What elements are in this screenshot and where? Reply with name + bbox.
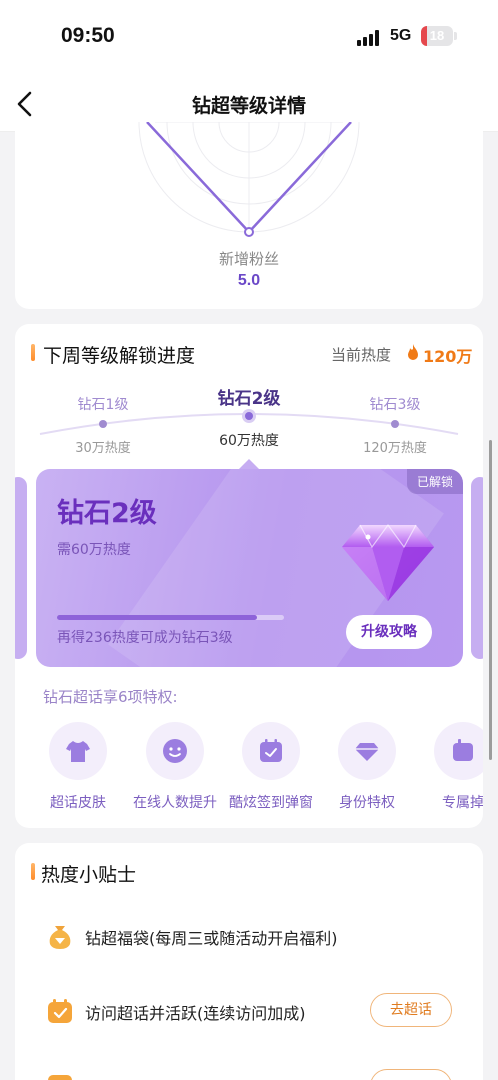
lucky-bag-icon (49, 926, 71, 949)
level-card-title: 钻石2级 (57, 498, 157, 529)
network-type: 5G (390, 27, 412, 44)
section-title: 下周等级解锁进度 (43, 345, 196, 367)
perks-title: 钻石超话享6项特权: (43, 688, 178, 706)
tip-item-visit: 访问超话并活跃(连续访问加成) (45, 996, 365, 1028)
next-level-card[interactable] (471, 477, 483, 659)
radar-axis-label: 新增粉丝 (218, 250, 279, 268)
upgrade-guide-button[interactable]: 升级攻略 (346, 615, 432, 649)
badge-icon (453, 739, 473, 761)
tip-item-task (45, 1071, 365, 1080)
task-action-button[interactable] (370, 1069, 452, 1080)
page-title: 钻超等级详情 (191, 95, 306, 117)
current-heat-label: 当前热度 (331, 346, 392, 364)
calendar-check-icon (260, 739, 282, 762)
tshirt-icon (66, 741, 90, 762)
fire-icon (408, 344, 418, 360)
level-progress-bar (57, 615, 284, 620)
tip-text: 钻超福袋(每周三或随活动开启福利) (85, 929, 338, 948)
task-icon (48, 1075, 72, 1080)
level-card-requirement: 需60万热度 (57, 542, 131, 558)
perk-label: 酷炫签到弹窗 (229, 795, 313, 811)
level-1-heat: 30万热度 (75, 441, 131, 456)
battery-tip (454, 32, 457, 40)
radar-chart (138, 122, 360, 237)
tip-text: 访问超话并活跃(连续访问加成) (85, 1004, 306, 1023)
perk-label: 专属掉 (442, 795, 483, 811)
section-title: 热度小贴士 (41, 864, 137, 886)
perk-label: 超话皮肤 (50, 795, 106, 811)
prev-level-card[interactable] (15, 477, 27, 659)
perk-item-online[interactable]: 在线人数提升 (125, 722, 225, 812)
section-accent-bar (31, 344, 35, 361)
calendar-check-icon (48, 999, 72, 1023)
radar-axis-value: 5.0 (237, 272, 261, 289)
scrollbar[interactable] (489, 440, 492, 760)
perk-label: 在线人数提升 (133, 795, 217, 811)
level-2-heat: 60万热度 (219, 433, 279, 449)
perk-item-checkin[interactable]: 酷炫签到弹窗 (221, 722, 321, 812)
current-heat-value: 120万 (423, 347, 473, 366)
section-accent-bar (31, 863, 35, 880)
level-progress-tip: 再得236热度可成为钻石3级 (57, 630, 233, 646)
battery-level: 18 (429, 28, 445, 43)
level-unlock-card: 下周等级解锁进度 当前热度 120万 钻石1级 钻石2级 钻石3级 30万热度 … (15, 324, 483, 828)
radar-card: 新增粉丝 5.0 (15, 122, 483, 309)
battery-icon: 18 (421, 26, 453, 46)
current-level-card: 已解锁 钻石2级 需60万热度 再得236热度可成为钻石3级 升级攻略 (36, 469, 463, 667)
status-bar: 09:50 5G 18 (0, 0, 498, 76)
gem-icon (355, 743, 379, 761)
perk-item-identity[interactable]: 身份特权 (317, 722, 417, 812)
level-3-heat: 120万热度 (363, 441, 427, 456)
perk-label: 身份特权 (339, 795, 395, 811)
tip-item-lucky-bag[interactable]: 钻超福袋(每周三或随活动开启福利) (45, 921, 465, 953)
go-super-topic-button[interactable]: 去超话 (370, 993, 452, 1027)
level-1-name[interactable]: 钻石1级 (43, 394, 163, 414)
status-time: 09:50 (61, 24, 115, 47)
level-2-name[interactable]: 钻石2级 (189, 384, 309, 409)
level-3-name[interactable]: 钻石3级 (335, 394, 455, 414)
signal-icon (357, 30, 383, 46)
unlocked-badge: 已解锁 (406, 469, 463, 494)
perk-item-exclusive[interactable]: 专属掉 (413, 722, 483, 812)
heat-tips-card: 热度小贴士 钻超福袋(每周三或随活动开启福利) 访问超话并活跃(连续访问加成) … (15, 843, 483, 1080)
perk-item-skin[interactable]: 超话皮肤 (28, 722, 128, 812)
diamond-gem-icon (342, 523, 434, 601)
face-icon (163, 739, 187, 763)
